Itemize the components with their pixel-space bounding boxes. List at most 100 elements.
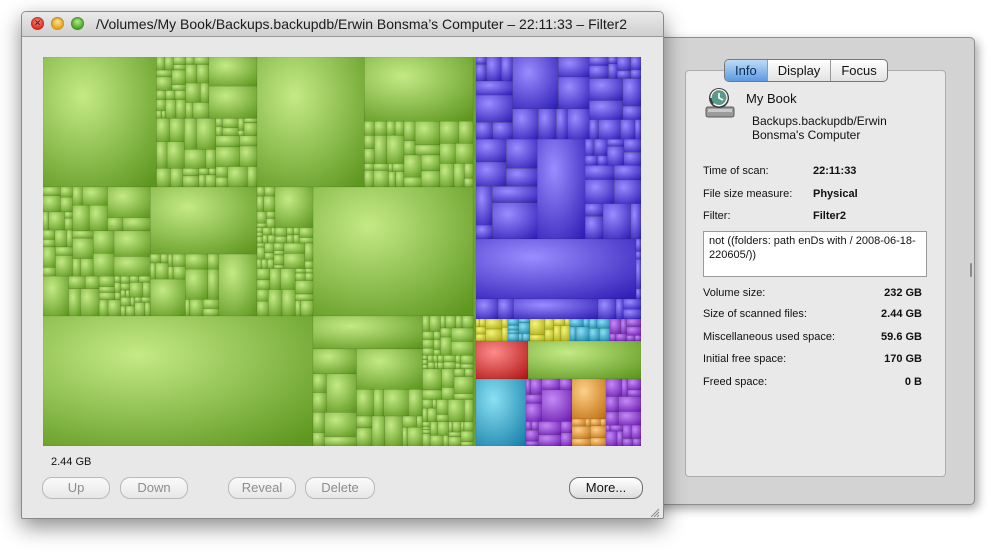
treemap-cell[interactable] <box>622 78 641 107</box>
treemap-cell[interactable] <box>98 275 115 287</box>
treemap-cell[interactable] <box>189 299 204 317</box>
treemap-cell[interactable] <box>43 267 56 277</box>
treemap-cell[interactable] <box>442 435 449 446</box>
treemap-cell[interactable] <box>475 224 493 240</box>
treemap-cell[interactable] <box>558 76 590 110</box>
treemap-cell[interactable] <box>384 415 403 446</box>
treemap-cell[interactable] <box>185 82 201 103</box>
treemap-cell[interactable] <box>518 318 531 324</box>
treemap-cell[interactable] <box>531 421 539 431</box>
treemap-cell[interactable] <box>422 421 431 428</box>
treemap-cell[interactable] <box>584 155 598 166</box>
treemap-cell[interactable] <box>602 203 631 240</box>
treemap-cell[interactable] <box>584 179 615 205</box>
treemap-cell[interactable] <box>150 262 156 280</box>
treemap-cell[interactable] <box>553 325 562 342</box>
treemap-cell[interactable] <box>608 57 618 65</box>
treemap-cell[interactable] <box>544 329 555 342</box>
treemap-cell[interactable] <box>72 258 81 277</box>
treemap-cell[interactable] <box>525 429 539 442</box>
treemap-cell[interactable] <box>453 393 474 400</box>
treemap-cell[interactable] <box>599 328 611 342</box>
treemap-cell[interactable] <box>458 121 474 144</box>
treemap-cell[interactable] <box>433 349 441 356</box>
treemap-cell[interactable] <box>261 259 268 269</box>
treemap-cell[interactable] <box>451 341 474 356</box>
treemap-cell[interactable] <box>475 378 527 446</box>
treemap-cell[interactable] <box>256 279 271 290</box>
treemap-cell[interactable] <box>395 171 405 188</box>
treemap-cell[interactable] <box>437 421 449 436</box>
treemap-cell[interactable] <box>267 259 275 269</box>
treemap-cell[interactable] <box>172 253 186 267</box>
treemap-cell[interactable] <box>475 122 493 140</box>
treemap-cell[interactable] <box>208 85 258 119</box>
treemap-cell[interactable] <box>286 227 294 236</box>
treemap-cell[interactable] <box>324 412 357 437</box>
treemap-cell[interactable] <box>89 205 108 232</box>
resize-grip-icon[interactable] <box>650 505 660 518</box>
treemap-cell[interactable] <box>525 403 543 422</box>
treemap-cell[interactable] <box>571 418 586 427</box>
treemap-cell[interactable] <box>422 399 433 409</box>
treemap-cell[interactable] <box>448 421 453 433</box>
treemap-cell[interactable] <box>597 298 617 320</box>
treemap-cell[interactable] <box>429 315 441 332</box>
treemap-cell[interactable] <box>630 203 641 240</box>
treemap-cell[interactable] <box>403 121 416 142</box>
treemap-cell[interactable] <box>215 126 223 136</box>
treemap-cell[interactable] <box>560 325 571 342</box>
treemap-cell[interactable] <box>433 331 441 340</box>
treemap-cell[interactable] <box>485 318 503 330</box>
treemap-cell[interactable] <box>440 336 452 356</box>
treemap-cell[interactable] <box>605 378 623 397</box>
treemap-cell[interactable] <box>538 108 557 140</box>
treemap-cell[interactable] <box>386 121 396 136</box>
treemap-cell[interactable] <box>264 252 275 260</box>
treemap-cell[interactable] <box>312 348 357 375</box>
treemap-cell[interactable] <box>475 340 529 380</box>
treemap-cell[interactable] <box>93 253 115 277</box>
treemap-cell[interactable] <box>125 289 131 298</box>
treemap-cell[interactable] <box>173 57 186 65</box>
treemap-cell[interactable] <box>215 177 229 188</box>
treemap-cell[interactable] <box>239 145 258 167</box>
treemap-cell[interactable] <box>182 175 200 188</box>
treemap-cell[interactable] <box>202 308 219 317</box>
treemap-cell[interactable] <box>402 415 417 428</box>
treemap-cell[interactable] <box>589 119 599 140</box>
treemap-cell[interactable] <box>120 275 131 284</box>
treemap-cell[interactable] <box>485 328 503 342</box>
treemap-cell[interactable] <box>479 318 486 328</box>
treemap-cell[interactable] <box>166 141 185 169</box>
treemap-cell[interactable] <box>185 268 209 300</box>
treemap-cell[interactable] <box>107 186 151 218</box>
treemap-cell[interactable] <box>512 108 539 140</box>
treemap-cell[interactable] <box>129 275 140 283</box>
treemap-cell[interactable] <box>215 135 240 148</box>
treemap-cell[interactable] <box>527 340 641 380</box>
treemap-cell[interactable] <box>538 434 562 446</box>
treemap-cell[interactable] <box>208 57 258 87</box>
treemap-cell[interactable] <box>436 414 449 423</box>
treemap-cell[interactable] <box>447 399 465 423</box>
treemap-cell[interactable] <box>274 236 288 244</box>
treemap-cell[interactable] <box>560 421 573 434</box>
treemap-cell[interactable] <box>273 242 285 251</box>
treemap-cell[interactable] <box>263 195 276 212</box>
delete-button[interactable]: Delete <box>305 477 375 499</box>
treemap-cell[interactable] <box>167 253 173 267</box>
treemap-cell[interactable] <box>207 253 219 270</box>
treemap-cell[interactable] <box>54 229 67 248</box>
treemap-cell[interactable] <box>440 315 446 329</box>
treemap-cell[interactable] <box>273 264 285 269</box>
treemap-cell[interactable] <box>120 283 131 291</box>
treemap-cell[interactable] <box>200 82 210 103</box>
treemap-cell[interactable] <box>266 211 276 219</box>
treemap-cell[interactable] <box>364 148 375 164</box>
treemap-cell[interactable] <box>185 64 198 84</box>
treemap-cell[interactable] <box>205 149 217 169</box>
treemap-cell[interactable] <box>156 57 166 71</box>
treemap-cell[interactable] <box>326 373 357 413</box>
treemap-cell[interactable] <box>462 315 474 329</box>
